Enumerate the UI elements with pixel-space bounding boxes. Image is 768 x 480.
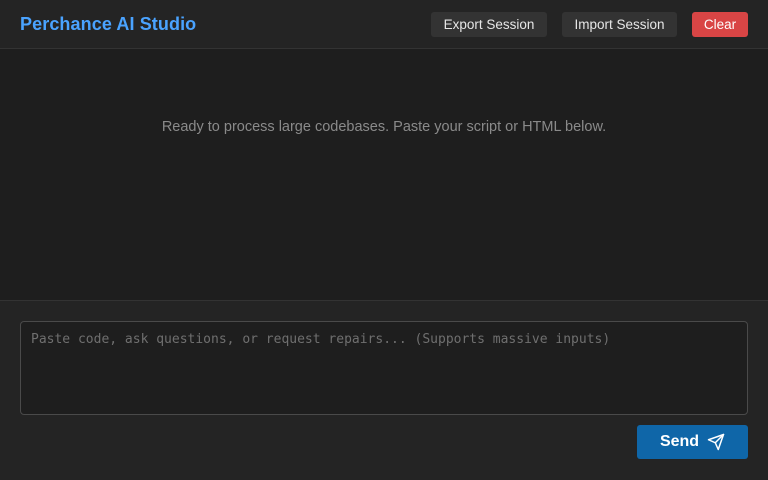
clear-button[interactable]: Clear xyxy=(692,11,748,37)
composer-actions: Send xyxy=(20,425,748,459)
send-label: Send xyxy=(659,433,700,450)
chat-area: Ready to process large codebases. Paste … xyxy=(0,49,768,301)
empty-state-message: Ready to process large codebases. Paste … xyxy=(161,119,607,135)
send-button[interactable]: Send xyxy=(637,425,748,459)
composer-panel: Send xyxy=(0,301,768,480)
message-input[interactable] xyxy=(20,321,748,415)
header-bar: Perchance AI Studio Export Session Impor… xyxy=(0,0,768,49)
send-icon xyxy=(707,433,725,451)
app-root: Perchance AI Studio Export Session Impor… xyxy=(0,0,768,480)
app-title: Perchance AI Studio xyxy=(20,13,197,34)
import-session-button[interactable]: Import Session xyxy=(562,11,677,37)
header-actions: Export Session Import Session Clear xyxy=(431,11,748,37)
export-session-button[interactable]: Export Session xyxy=(431,11,547,37)
